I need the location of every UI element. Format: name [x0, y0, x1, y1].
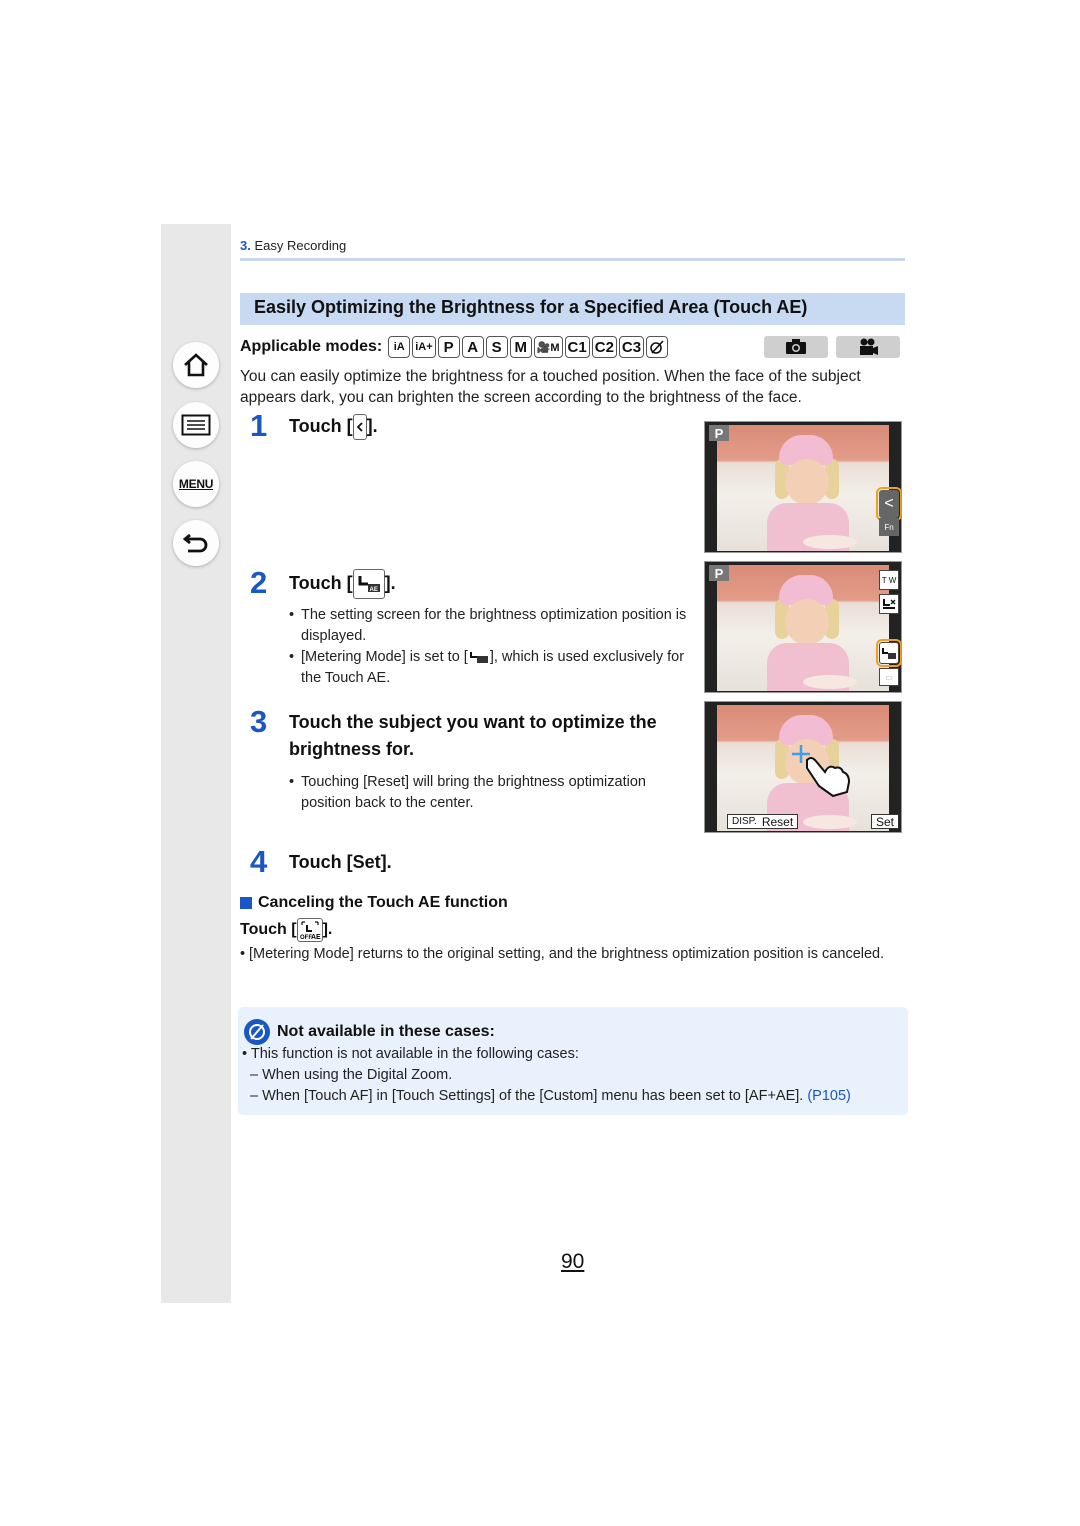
movie-camera-icon [860, 338, 878, 355]
step-1-title-prefix: Touch [ [289, 416, 353, 436]
tab-open-icon [352, 414, 367, 441]
mode-indicator: P [709, 425, 729, 441]
mode-p-icon: P [437, 336, 460, 358]
touch-ae-icon [469, 652, 488, 664]
menu-button[interactable]: MENU [173, 461, 219, 507]
reset-button[interactable]: DISP. Reset [727, 814, 799, 829]
zoom-tw-button[interactable]: T W [879, 570, 899, 590]
mode-ia-icon: iA [388, 336, 411, 358]
mode-s-icon: S [485, 336, 508, 358]
step-2-note: [Metering Mode] is set to [], which is u… [289, 647, 699, 689]
step-3-notes: Touching [Reset] will bring the brightne… [289, 772, 699, 814]
mode-indicator: P [709, 565, 729, 581]
touch-hand-icon [806, 757, 851, 798]
touch-ae-button[interactable] [876, 639, 901, 667]
disp-label: DISP. [732, 816, 757, 827]
home-icon [184, 353, 208, 377]
notice-heading-text: Not available in these cases: [277, 1023, 495, 1040]
camera-screen-step-1: P < Fn [704, 421, 902, 553]
step-2-note: The setting screen for the brightness op… [289, 605, 699, 647]
preview-photo [717, 425, 889, 551]
mode-ia-plus-icon: iA+ [412, 336, 436, 358]
section-title: Easily Optimizing the Brightness for a S… [240, 293, 905, 325]
touch-ae-off-icon: OFF AE [296, 918, 323, 942]
notice-heading: Not available in these cases: [244, 1019, 495, 1045]
mode-scene-guide-icon [646, 336, 669, 358]
step-2-title: Touch [ AE]. [289, 569, 396, 599]
tab-open-button[interactable]: < [876, 487, 901, 521]
mode-m-icon: M [509, 336, 532, 358]
applicable-modes: Applicable modes: iA iA+ P A S M 🎥M C1 C… [240, 336, 670, 358]
step-2-title-prefix: Touch [ [289, 572, 353, 593]
back-button[interactable] [173, 520, 219, 566]
menu-label: MENU [178, 477, 214, 491]
video-mode-tab [836, 336, 900, 358]
cancel-note: [Metering Mode] returns to the original … [240, 944, 900, 965]
fn-button[interactable]: Fn [879, 518, 899, 536]
step-2-title-suffix: ]. [384, 572, 396, 593]
return-icon [182, 533, 208, 553]
step-1-number: 1 [250, 408, 268, 443]
step-3-note: Touching [Reset] will bring the brightne… [289, 772, 699, 814]
not-available-notice: Not available in these cases: • This fun… [238, 1007, 908, 1115]
breadcrumb: 3. Easy Recording [240, 238, 346, 253]
mode-creative-video-icon: 🎥M [533, 336, 563, 358]
step-2-notes: The setting screen for the brightness op… [289, 605, 699, 689]
cancel-suffix: ]. [322, 921, 333, 939]
svg-text:AE: AE [369, 587, 377, 593]
sidebar-nav: MENU [161, 224, 231, 1303]
peaking-button[interactable]: ▭ [879, 668, 899, 686]
header-divider [240, 258, 905, 261]
mode-a-icon: A [461, 336, 484, 358]
page-reference-link[interactable]: (P105) [807, 1088, 851, 1104]
contents-button[interactable] [173, 402, 219, 448]
mode-c3-icon: C3 [618, 336, 645, 358]
notice-case-text: – When [Touch AF] in [Touch Settings] of… [250, 1088, 808, 1104]
prohibited-icon [244, 1019, 270, 1045]
touch-ae-icon: AE [352, 569, 385, 599]
mode-c2-icon: C2 [591, 336, 617, 358]
camera-icon [786, 339, 806, 354]
step-2-number: 2 [250, 565, 268, 600]
cancel-prefix: Touch [ [240, 921, 297, 939]
mode-c1-icon: C1 [564, 336, 590, 358]
reset-label: Reset [761, 814, 794, 829]
notice-intro: • This function is not available in the … [242, 1046, 579, 1062]
home-button[interactable] [173, 342, 219, 388]
square-bullet-icon [240, 897, 252, 909]
list-icon [181, 414, 211, 436]
cancel-instruction: Touch [OFF AE]. [240, 918, 332, 942]
modes-label: Applicable modes: [240, 338, 383, 355]
step-1-title-suffix: ]. [366, 416, 378, 436]
intro-text: You can easily optimize the brightness f… [240, 368, 861, 406]
note-prefix: [Metering Mode] is set to [ [301, 649, 468, 665]
notice-body: • This function is not available in the … [242, 1044, 851, 1107]
cancel-heading: Canceling the Touch AE function [240, 894, 508, 912]
touch-shutter-off-button[interactable] [879, 594, 899, 614]
notice-case: – When [Touch AF] in [Touch Settings] of… [242, 1086, 851, 1107]
preview-photo [717, 565, 889, 691]
camera-screen-step-3: DISP. Reset Set [704, 701, 902, 833]
set-button[interactable]: Set [870, 814, 899, 829]
step-3-number: 3 [250, 704, 268, 739]
step-3-title: Touch the subject you want to optimize t… [289, 712, 657, 759]
cancel-heading-text: Canceling the Touch AE function [258, 894, 508, 911]
page-number: 90 [561, 1250, 585, 1273]
step-4-title: Touch [Set]. [289, 852, 392, 872]
notice-case: – When using the Digital Zoom. [250, 1067, 453, 1083]
step-1-title: Touch []. [289, 413, 378, 441]
touch-ae-icon [882, 648, 896, 659]
svg-text:AE: AE [311, 934, 321, 941]
touch-off-icon [883, 599, 896, 609]
camera-screen-step-2: P T W ▭ [704, 561, 902, 693]
step-4-number: 4 [250, 844, 268, 879]
photo-mode-tab [764, 336, 828, 358]
chapter-number: 3. [240, 238, 251, 253]
chapter-title[interactable]: Easy Recording [254, 238, 346, 253]
